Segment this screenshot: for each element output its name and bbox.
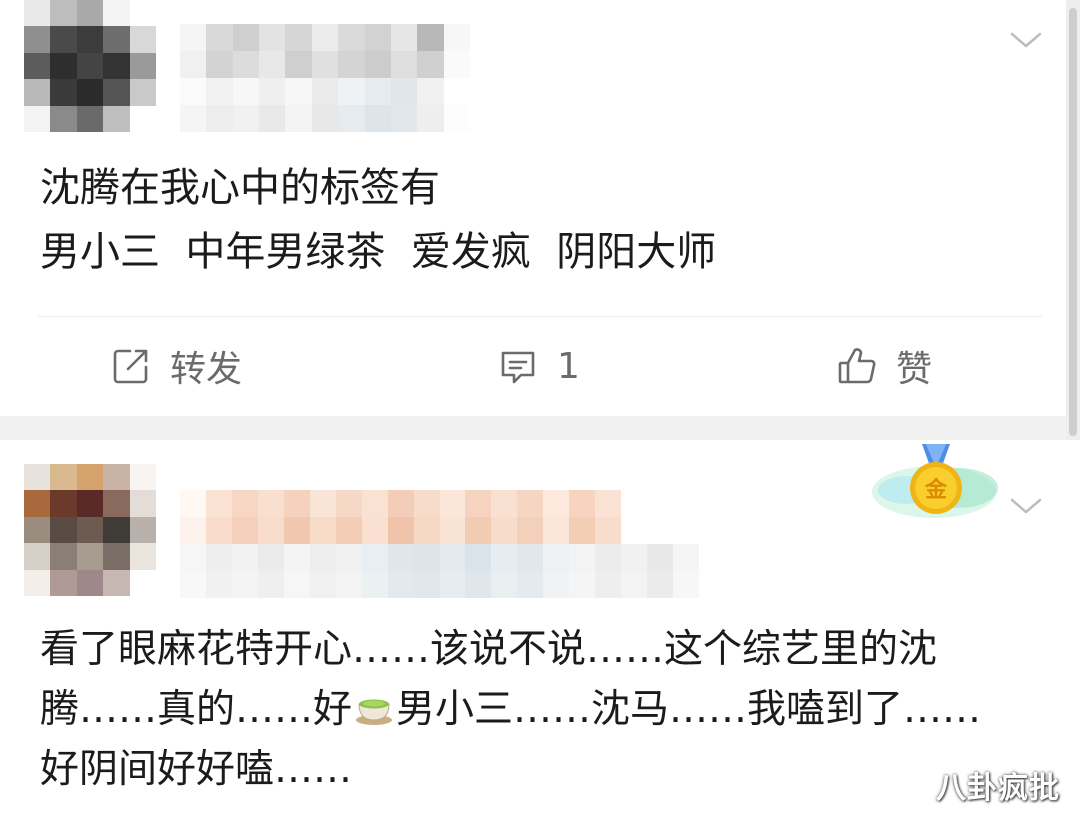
post-text-line: 沈腾在我心中的标签有 [40,165,440,211]
chevron-down-icon[interactable] [1006,20,1046,60]
weibo-post-1: 沈腾在我心中的标签有 男小三 中年男绿茶 爱发疯 阴阳大师 转发 1 赞 [0,0,1080,416]
gold-medal-badge: 金 [866,442,1006,532]
like-label: 赞 [896,349,933,390]
thumbs-up-icon [838,348,876,384]
watermark-text: 八卦疯批 [936,771,1060,806]
post-text-line: 腾……真的……好 男小三……沈马……我嗑到了…… [40,680,1040,740]
medal-text: 金 [924,477,948,503]
scrollbar-thumb[interactable] [1069,8,1077,436]
post-action-bar: 转发 1 赞 [0,318,1040,414]
post-text: 看了眼麻花特开心……该说不说……这个综艺里的沈 腾……真的……好 男小三……沈马… [40,620,1040,800]
scrollbar[interactable] [1066,0,1080,440]
comment-count: 1 [557,345,580,387]
repost-button[interactable]: 转发 [110,318,242,414]
edit-share-icon [113,349,148,384]
user-avatar-blurred[interactable] [24,0,156,132]
comment-button[interactable]: 1 [497,318,580,414]
post-text-segment: 男小三……沈马……我嗑到了…… [396,687,982,732]
post-text-line: 好阴间好好嗑…… [40,747,353,792]
post-text-segment: 腾……真的……好 [40,687,353,732]
chevron-down-icon[interactable] [1006,486,1046,526]
repost-label: 转发 [170,349,243,390]
post-text-line: 看了眼麻花特开心……该说不说……这个综艺里的沈 [40,627,938,672]
comment-bubble-icon [501,351,535,384]
user-avatar-blurred[interactable] [24,464,156,596]
like-button[interactable]: 赞 [836,318,932,414]
username-blurred[interactable] [180,490,725,598]
post-text: 沈腾在我心中的标签有 男小三 中年男绿茶 爱发疯 阴阳大师 [40,156,1040,284]
post-text-line: 男小三 中年男绿茶 爱发疯 阴阳大师 [40,229,717,275]
username-blurred[interactable] [180,24,470,132]
green-tea-emoji [356,699,393,725]
weibo-post-2: 金 看了眼麻花特开心……该说不说……这个综艺里的沈 腾……真的……好 男小三……… [0,440,1080,823]
feed-separator [0,416,1080,440]
divider [38,316,1042,317]
